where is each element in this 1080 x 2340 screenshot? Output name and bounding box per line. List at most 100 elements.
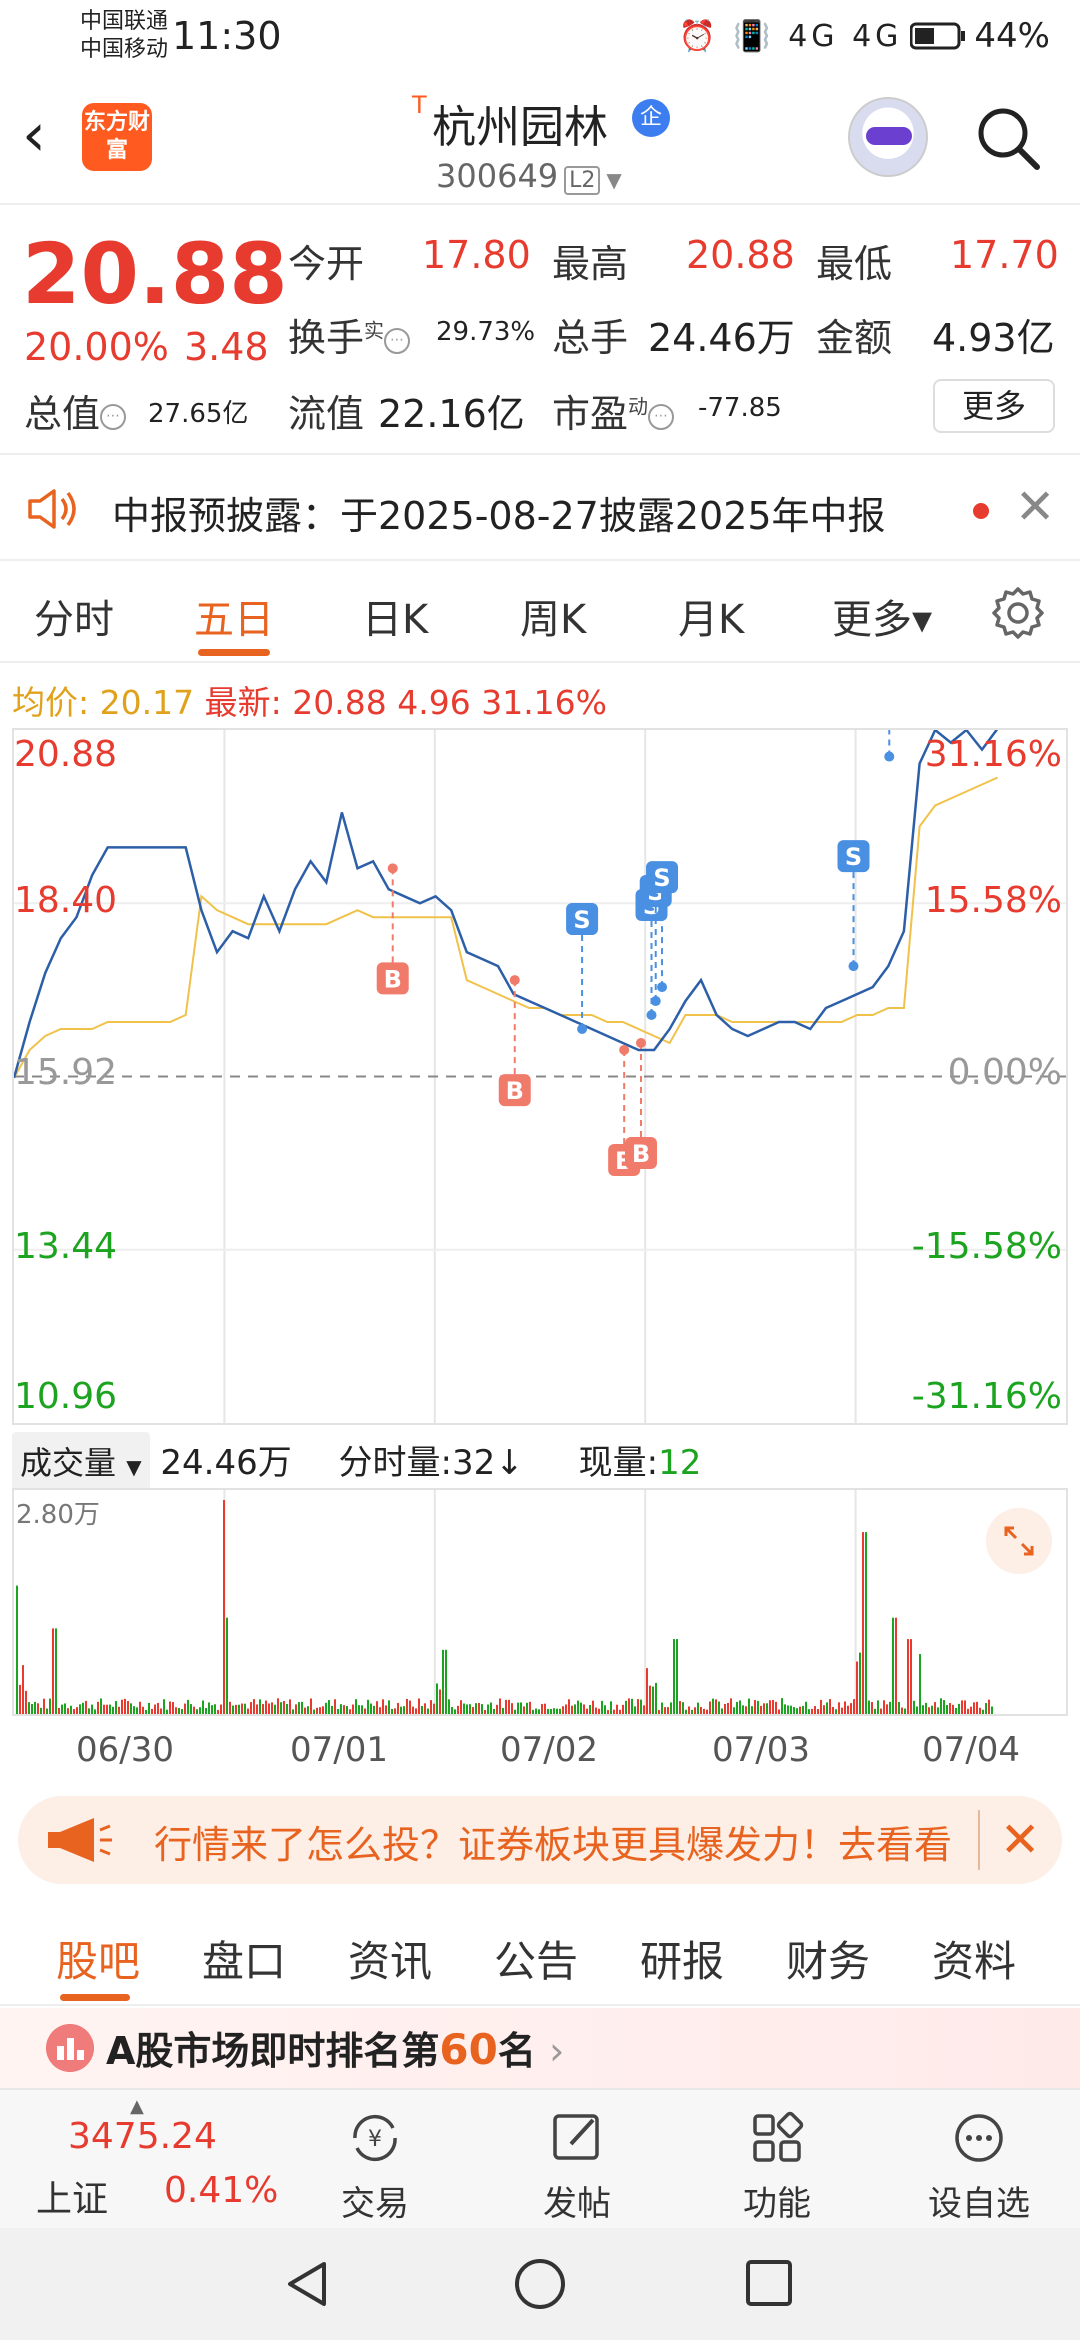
tab-intraday[interactable]: 分时 [34,587,114,645]
volume-bar [568,1699,570,1714]
volume-bar [439,1689,441,1714]
tab-more[interactable]: 更多▾ [832,587,932,645]
close-icon[interactable]: ✕ [1015,479,1055,535]
low-label: 最低 [816,242,893,286]
gear-icon[interactable] [990,585,1046,641]
volume-selector[interactable]: 成交量 ▼ [12,1432,150,1490]
promo-banner[interactable]: 行情来了怎么投？证券板块更具爆发力！去看看 ✕ [18,1796,1062,1884]
volume-bar [76,1707,78,1714]
volume-bar [340,1704,342,1714]
tab-guba[interactable]: 股吧 [56,1928,140,1989]
index-ticker[interactable]: ▲ 3475.24 上证 0.41% [0,2090,278,2230]
info-icon[interactable]: ⋯ [100,403,127,430]
expand-icon[interactable] [986,1508,1052,1574]
tab-weekly-k[interactable]: 周K [520,587,586,645]
volume-bar [280,1702,282,1714]
close-icon[interactable]: ✕ [978,1810,1040,1870]
volume-bar [739,1700,741,1714]
volume-bar [541,1704,543,1714]
volume-bar [73,1709,75,1714]
marker-label: B [632,1140,650,1168]
volume-bar [604,1705,606,1714]
info-icon[interactable]: ⋯ [384,327,411,354]
volume-bar [793,1707,795,1714]
caret-up-icon: ▲ [130,2096,144,2117]
assistant-avatar-icon[interactable] [848,97,928,177]
back-icon[interactable]: ‹ [22,105,46,165]
rank-banner[interactable]: A股市场即时排名第60名 › [0,2008,1080,2088]
tab-finance[interactable]: 财务 [786,1928,870,1989]
volume-label: 总手 [552,316,629,360]
system-nav-bar [0,2228,1080,2340]
volume-bar [40,1707,42,1714]
volume-bar [148,1702,150,1714]
volume-bar [712,1698,714,1714]
volume-bar [424,1703,426,1714]
volume-bar [391,1708,393,1714]
tab-news[interactable]: 资讯 [348,1928,432,1989]
volume-bar [397,1702,399,1714]
volume-bar [607,1709,609,1714]
volume-bar [811,1708,813,1714]
volume-chart[interactable]: 2.80万 [12,1488,1068,1716]
volume-bar [817,1709,819,1714]
volume-bar [664,1707,666,1714]
tab-announcements[interactable]: 公告 [494,1928,578,1989]
tab-research[interactable]: 研报 [640,1928,724,1989]
marker-label: B [384,965,402,993]
nav-apps[interactable]: 功能 [702,2108,852,2225]
volume-bar [307,1706,309,1714]
notice-bar[interactable]: 中报预披露：于2025-08-27披露2025年中报 ✕ [0,457,1080,561]
tab-monthly-k[interactable]: 月K [678,587,744,645]
nav-post[interactable]: 发帖 [502,2108,652,2225]
tab-daily-k[interactable]: 日K [362,587,428,645]
y-tick-label-right: -15.58% [911,1226,1062,1267]
volume-bar [505,1699,507,1714]
turnover-label: 换手实 ⋯ [288,307,411,362]
y-tick-label-right: 0.00% [947,1052,1062,1093]
volume-bar [823,1705,825,1714]
volume-bar [487,1704,489,1714]
volume-bar [226,1617,228,1714]
system-recents-icon[interactable] [744,2258,794,2308]
system-home-icon[interactable] [512,2256,568,2312]
rank-prefix: A股市场即时排名第 [106,2029,440,2073]
more-quote-button[interactable]: 更多 [933,379,1055,433]
current-volume-value: 12 [658,1443,702,1483]
system-back-icon[interactable] [282,2258,332,2310]
volume-bar [325,1702,327,1714]
volume-bar [532,1709,534,1714]
volume-bar [985,1703,987,1714]
search-icon[interactable] [975,105,1041,171]
info-icon[interactable]: ⋯ [648,403,675,430]
volume-bar [529,1701,531,1714]
app-logo[interactable]: 东方财富 [82,103,152,171]
price-chart[interactable]: BBBBSSSSSS 20.88 18.40 15.92 13.44 10.96… [12,728,1068,1425]
volume-bar [352,1704,354,1714]
volume-bar [646,1668,648,1714]
tab-five-day[interactable]: 五日 [194,587,274,645]
volume-bar [412,1706,414,1714]
volume-bar [961,1700,963,1714]
volume-bar [334,1699,336,1714]
stock-code-row[interactable]: 300649 L2 ▼ [436,157,622,195]
volume-bar [448,1699,450,1714]
volume-bar [244,1703,246,1714]
volume-bar [454,1709,456,1714]
marker-label: B [506,1077,524,1105]
volume-bar [154,1704,156,1714]
open-value: 17.80 [422,233,531,277]
volume-bar [901,1707,903,1714]
volume-bar [436,1683,438,1714]
volume-bar [460,1700,462,1714]
volume-bar [31,1704,33,1714]
tab-pankou[interactable]: 盘口 [202,1928,286,1989]
nav-add-watchlist[interactable]: 设自选 [904,2108,1054,2225]
price-chart-svg: BBBBSSSSSS [14,730,1066,1423]
volume-bar [679,1701,681,1714]
trade-point [619,1044,630,1055]
tab-profile[interactable]: 资料 [932,1928,1016,1989]
nav-trade[interactable]: ¥ 交易 [300,2108,450,2225]
volume-bar [484,1709,486,1714]
trade-point [577,1023,588,1034]
